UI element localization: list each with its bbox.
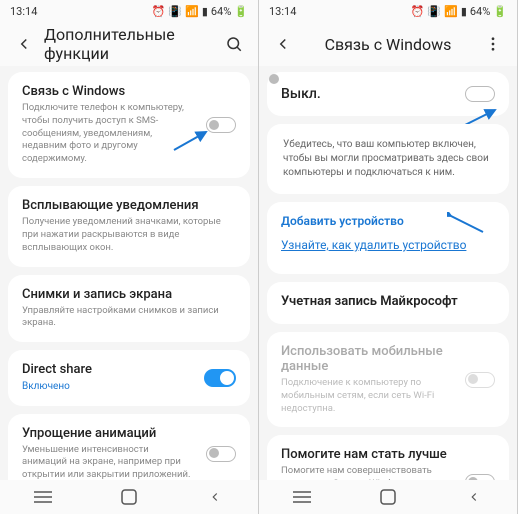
ms-account-card[interactable]: Учетная запись Майкрософт	[267, 282, 509, 324]
alarm-icon: ⏰	[411, 5, 425, 18]
more-button[interactable]	[477, 28, 509, 60]
toggle-switch[interactable]	[206, 446, 236, 462]
info-card: Убедитесь, что ваш компьютер включен, чт…	[267, 124, 509, 194]
battery-icon: 🔋	[493, 5, 507, 18]
setting-title: Использовать мобильные данные	[281, 344, 495, 374]
setting-desc: Помогите нам совершенствовать программу …	[281, 465, 495, 480]
header: Дополнительные функции	[0, 22, 258, 66]
battery-text: 64%	[470, 5, 490, 18]
battery-icon: 🔋	[234, 5, 248, 18]
header: Связь с Windows	[259, 22, 517, 66]
setting-desc: Уменьшение интенсивности анимаций на экр…	[22, 444, 236, 480]
setting-link-windows[interactable]: Связь с Windows Подключите телефон к ком…	[8, 72, 250, 178]
back-button[interactable]	[8, 28, 40, 60]
status-icons: ⏰ 📳 📶 ▮ 64% 🔋	[152, 5, 248, 18]
page-title: Дополнительные функции	[40, 25, 218, 63]
phone-right: 13:14 ⏰ 📳 📶 ▮ 64% 🔋 Связь с Windows Выкл…	[259, 0, 518, 514]
setting-title: Всплывающие уведомления	[22, 198, 236, 213]
setting-screenshots[interactable]: Снимки и запись экрана Управляйте настро…	[8, 275, 250, 343]
vibrate-icon: 📳	[168, 5, 182, 18]
setting-title: Упрощение анимаций	[22, 426, 236, 441]
nav-recents[interactable]	[18, 490, 68, 504]
status-time: 13:14	[269, 5, 296, 18]
toggle-switch[interactable]	[204, 369, 236, 387]
setting-desc: Управляйте настройками снимков и записи …	[22, 305, 236, 331]
nav-bar	[259, 480, 517, 514]
page-title: Связь с Windows	[299, 35, 477, 54]
alarm-icon: ⏰	[152, 5, 166, 18]
nav-bar	[0, 480, 258, 514]
signal-icon: ▮	[461, 5, 467, 18]
mobile-data-card: Использовать мобильные данные Подключени…	[267, 332, 509, 427]
status-bar: 13:14 ⏰ 📳 📶 ▮ 64% 🔋	[0, 0, 258, 22]
vibrate-icon: 📳	[427, 5, 441, 18]
status-icons: ⏰ 📳 📶 ▮ 64% 🔋	[411, 5, 507, 18]
back-button[interactable]	[267, 28, 299, 60]
setting-status: Включено	[22, 380, 236, 394]
nav-recents[interactable]	[277, 490, 327, 504]
search-button[interactable]	[218, 28, 250, 60]
setting-title: Снимки и запись экрана	[22, 287, 236, 302]
setting-title: Помогите нам стать лучше	[281, 447, 495, 462]
setting-popup-notifications[interactable]: Всплывающие уведомления Получение уведом…	[8, 186, 250, 266]
master-toggle-label: Выкл.	[281, 86, 321, 102]
content-scroll[interactable]: Связь с Windows Подключите телефон к ком…	[0, 66, 258, 480]
setting-desc: Подключите телефон к компьютеру, чтобы п…	[22, 102, 236, 166]
toggle-switch[interactable]	[206, 117, 236, 133]
add-device-link[interactable]: Добавить устройство	[281, 214, 495, 228]
learn-remove-link[interactable]: Узнайте, как удалить устройство	[281, 238, 495, 252]
help-card[interactable]: Помогите нам стать лучше Помогите нам со…	[267, 435, 509, 480]
setting-desc: Получение уведомлений значками, которые …	[22, 216, 236, 254]
nav-back[interactable]	[449, 489, 499, 505]
status-bar: 13:14 ⏰ 📳 📶 ▮ 64% 🔋	[259, 0, 517, 22]
ms-account-title: Учетная запись Майкрософт	[281, 294, 495, 309]
setting-direct-share[interactable]: Direct share Включено	[8, 350, 250, 406]
master-toggle[interactable]	[465, 86, 495, 102]
master-toggle-card: Выкл.	[267, 72, 509, 116]
nav-back[interactable]	[190, 489, 240, 505]
links-card: Добавить устройство Узнайте, как удалить…	[267, 202, 509, 274]
nav-home[interactable]	[363, 489, 413, 505]
signal-icon: ▮	[202, 5, 208, 18]
setting-animations[interactable]: Упрощение анимаций Уменьшение интенсивно…	[8, 414, 250, 480]
phone-left: 13:14 ⏰ 📳 📶 ▮ 64% 🔋 Дополнительные функц…	[0, 0, 259, 514]
content-scroll[interactable]: Выкл. Убедитесь, что ваш компьютер включ…	[259, 66, 517, 480]
setting-title: Связь с Windows	[22, 84, 236, 99]
nav-home[interactable]	[104, 489, 154, 505]
setting-desc: Подключение к компьютеру по мобильным се…	[281, 377, 495, 415]
info-text: Убедитесь, что ваш компьютер включен, чт…	[281, 136, 495, 182]
toggle-switch	[465, 372, 495, 388]
status-time: 13:14	[10, 5, 37, 18]
battery-text: 64%	[211, 5, 231, 18]
wifi-icon: 📶	[185, 5, 199, 18]
wifi-icon: 📶	[444, 5, 458, 18]
